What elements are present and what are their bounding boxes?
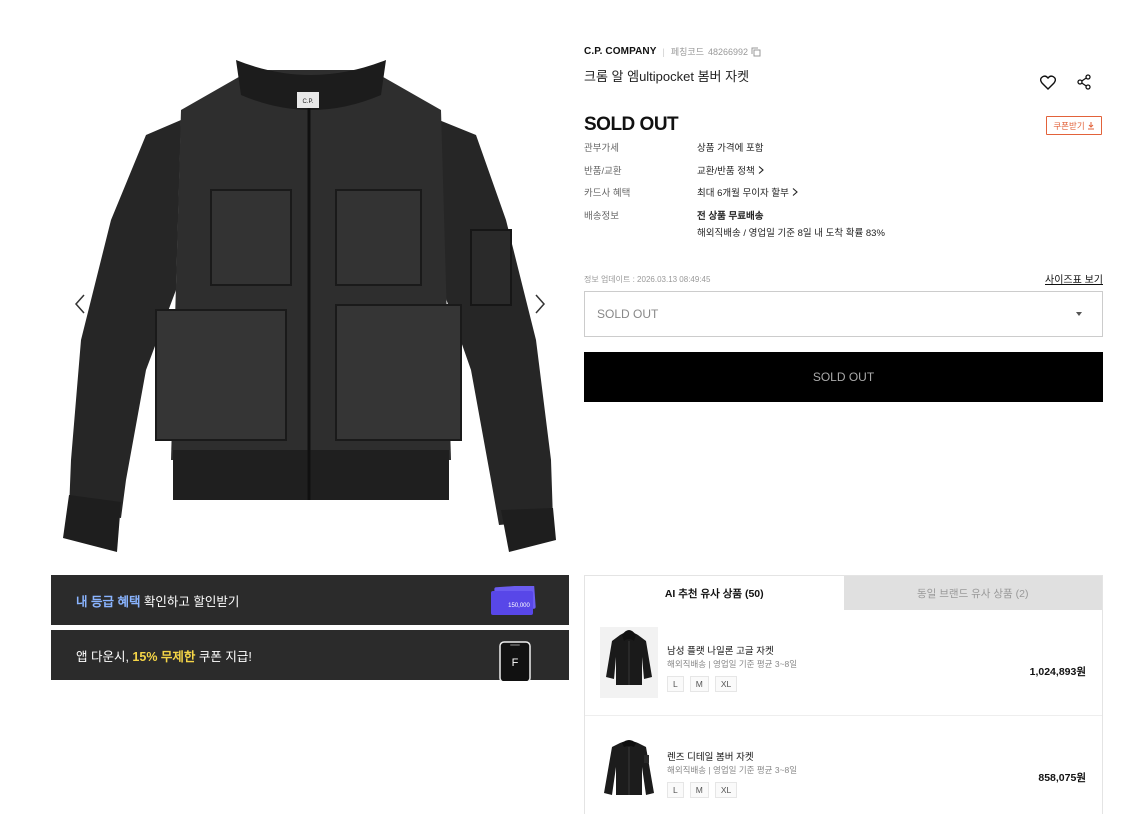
item-name: 렌즈 디테일 봄버 자켓 — [667, 752, 754, 763]
item-name: 남성 플랫 나일론 고글 자켓 — [667, 646, 774, 657]
product-code-label: 페칭코드 — [670, 47, 704, 57]
banner-highlight: 15% 무제한 — [132, 649, 196, 664]
buy-button[interactable]: SOLD OUT — [584, 352, 1103, 402]
coupon-label: 쿠폰받기 — [1053, 120, 1085, 131]
info-label: 반품/교환 — [584, 165, 622, 177]
prev-image-button[interactable] — [69, 290, 91, 318]
chevron-right-icon — [535, 294, 546, 314]
banner-text: 확인하고 할인받기 — [140, 594, 240, 609]
product-info-table: 관부가세 상품 가격에 포함 반품/교환 교환/반품 정책 카드사 혜택 최대 … — [584, 140, 885, 239]
info-label: 카드사 혜택 — [584, 188, 631, 199]
next-image-button[interactable] — [529, 290, 551, 318]
banner-text-post: 쿠폰 지급! — [195, 649, 252, 664]
coupon-download-button[interactable]: 쿠폰받기 — [1046, 116, 1102, 135]
info-label: 관부가세 — [584, 143, 619, 154]
phone-app-icon: F — [499, 641, 531, 681]
item-price: 1,024,893원 — [1029, 666, 1086, 678]
size-chip: M — [689, 676, 709, 692]
size-chip: XL — [714, 782, 738, 798]
size-chip: L — [667, 782, 684, 798]
info-row-return: 반품/교환 교환/반품 정책 — [584, 163, 798, 186]
chevron-right-icon — [758, 165, 764, 174]
jacket-image — [604, 740, 654, 795]
size-chip: XL — [714, 676, 738, 692]
list-item[interactable]: 남성 플랫 나일론 고글 자켓 해외직배송 | 영업일 기준 평균 3~8일 L… — [585, 610, 1102, 716]
tab-same-brand[interactable]: 동일 브랜드 유사 상품 (2) — [843, 576, 1102, 610]
caret-down-icon — [1076, 312, 1082, 316]
grade-benefit-banner[interactable]: 내 등급 혜택 확인하고 할인받기 150,000 — [51, 575, 569, 625]
jacket-image — [606, 630, 652, 685]
option-select-value: SOLD OUT — [597, 307, 659, 321]
share-button[interactable] — [1074, 72, 1094, 92]
list-item[interactable]: 렌즈 디테일 봄버 자켓 해외직배송 | 영업일 기준 평균 3~8일 L M … — [585, 716, 1102, 814]
info-label: 배송정보 — [584, 210, 619, 222]
wishlist-button[interactable] — [1038, 72, 1058, 92]
return-policy-link[interactable]: 교환/반품 정책 — [697, 163, 764, 177]
banner-text-pre: 앱 다운시, — [76, 649, 133, 664]
item-sizes: L M XL — [667, 782, 738, 798]
info-value: 상품 가격에 포함 — [697, 143, 764, 154]
similar-tabs: AI 추천 유사 상품 (50) 동일 브랜드 유사 상품 (2) — [585, 576, 1102, 610]
info-row-card: 카드사 혜택 최대 6개월 무이자 할부 — [584, 185, 798, 208]
banner-highlight: 내 등급 혜택 — [76, 594, 141, 609]
chevron-left-icon — [74, 294, 85, 314]
product-image-gallery: C.P. — [51, 40, 569, 560]
updated-timestamp: 정보 업데이트 : 2026.03.13 08:49:45 — [584, 275, 711, 284]
item-meta: 해외직배송 | 영업일 기준 평균 3~8일 — [667, 659, 798, 669]
info-value: 교환/반품 정책 — [697, 165, 755, 177]
chevron-right-icon — [792, 188, 798, 196]
product-thumbnail[interactable] — [600, 627, 658, 698]
product-code: 48266992 — [707, 46, 749, 57]
shipping-detail: 해외직배송 / 영업일 기준 8일 내 도착 확률 83% — [697, 228, 885, 239]
divider: | — [662, 46, 665, 57]
coupon-card-icon: 150,000 — [491, 586, 536, 615]
info-row-duty: 관부가세 상품 가격에 포함 — [584, 140, 798, 163]
similar-products-panel: AI 추천 유사 상품 (50) 동일 브랜드 유사 상품 (2) 남성 플랫 … — [584, 575, 1103, 814]
card-benefit-link[interactable]: 최대 6개월 무이자 할부 — [697, 185, 798, 199]
card-amount: 150,000 — [508, 603, 530, 609]
item-meta: 해외직배송 | 영업일 기준 평균 3~8일 — [667, 765, 798, 775]
info-value: 최대 6개월 무이자 할부 — [697, 188, 789, 199]
tab-ai-recommend[interactable]: AI 추천 유사 상품 (50) — [585, 576, 844, 610]
size-chip: L — [667, 676, 684, 692]
share-icon — [1077, 74, 1091, 90]
product-thumbnail[interactable] — [600, 733, 658, 804]
brand-row: C.P. COMPANY | 페칭코드 48266992 — [584, 45, 761, 58]
brand-name[interactable]: C.P. COMPANY — [584, 46, 657, 57]
size-chart-link[interactable]: 사이즈표 보기 — [1045, 271, 1103, 286]
app-logo: F — [512, 657, 519, 669]
item-sizes: L M XL — [667, 676, 738, 692]
item-price: 858,075원 — [1038, 772, 1086, 784]
download-icon — [1087, 121, 1094, 129]
heart-icon — [1040, 74, 1056, 90]
size-chip: M — [689, 782, 709, 798]
app-download-banner[interactable]: 앱 다운시, 15% 무제한 쿠폰 지급! F — [51, 630, 569, 681]
sold-out-status: SOLD OUT — [584, 114, 679, 135]
product-title: 크롬 알 엠ultipocket 봄버 자켓 — [584, 69, 750, 84]
option-select[interactable]: SOLD OUT — [584, 291, 1103, 337]
collar-label: C.P. — [303, 99, 314, 105]
copy-icon[interactable] — [751, 47, 761, 57]
info-value: 전 상품 무료배송 — [697, 210, 764, 222]
product-image: C.P. — [63, 60, 556, 552]
